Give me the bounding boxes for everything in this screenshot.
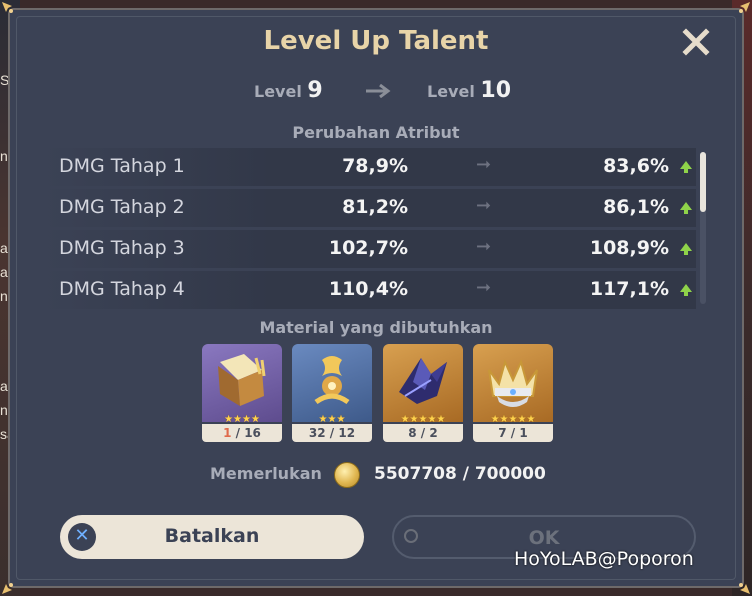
attribute-new-value: 108,9% [589, 237, 669, 259]
mora-value: 5507708 / 700000 [374, 464, 546, 484]
cancel-button[interactable]: ✕ Batalkan [60, 515, 364, 559]
increase-arrow-icon [680, 284, 692, 296]
increase-arrow-icon [680, 161, 692, 173]
watermark: HoYoLAB@Poporon [514, 548, 694, 570]
required-count: 12 [338, 426, 356, 440]
attribute-list: DMG Tahap 1 78,9% ➞ 83,6% DMG Tahap 2 81… [44, 148, 696, 309]
attribute-row: DMG Tahap 1 78,9% ➞ 83,6% [44, 148, 696, 186]
ok-label: OK [528, 527, 560, 549]
increase-arrow-icon [680, 202, 692, 214]
arrow-right-icon: ➞ [476, 154, 492, 175]
crown-icon [488, 359, 538, 407]
material-slot[interactable]: ★★★★ 1 / 16 [202, 344, 282, 442]
golden-relic-icon [314, 356, 350, 405]
increase-arrow-icon [680, 243, 692, 255]
material-count: 8 / 2 [383, 424, 463, 442]
attribute-name: DMG Tahap 4 [59, 278, 185, 300]
requirement-label: Memerlukan [210, 464, 322, 483]
edge-text: a [0, 264, 8, 280]
material-count: 7 / 1 [473, 424, 553, 442]
mora-requirement: Memerlukan 5507708 / 700000 [0, 462, 752, 488]
owned-count: 32 [308, 426, 326, 440]
owned-count: 8 [408, 426, 417, 440]
attribute-new-value: 83,6% [603, 155, 669, 177]
attribute-new-value: 86,1% [603, 196, 669, 218]
scrollbar-thumb[interactable] [700, 152, 706, 212]
attribute-row: DMG Tahap 3 102,7% ➞ 108,9% [44, 230, 696, 268]
level-from-value: 9 [307, 78, 323, 103]
material-slot[interactable]: ★★★★★ 7 / 1 [473, 344, 553, 442]
level-label: Level [427, 82, 475, 101]
attribute-old-value: 78,9% [342, 155, 408, 177]
level-to-value: 10 [480, 78, 512, 103]
attribute-row: DMG Tahap 2 81,2% ➞ 86,1% [44, 189, 696, 227]
attribute-old-value: 102,7% [328, 237, 408, 259]
required-count: 1 [519, 426, 528, 440]
attribute-old-value: 110,4% [328, 278, 408, 300]
attribute-name: DMG Tahap 2 [59, 196, 185, 218]
arrow-right-icon [366, 84, 391, 98]
owned-count: 1 [223, 426, 232, 440]
attribute-name: DMG Tahap 1 [59, 155, 185, 177]
arrow-right-icon: ➞ [476, 195, 492, 216]
corner-ornament-icon [2, 583, 13, 594]
edge-text: a [0, 240, 8, 256]
level-label: Level [254, 82, 302, 101]
attribute-scrollbar[interactable] [700, 152, 706, 304]
material-slot[interactable]: ★★★★★ 8 / 2 [383, 344, 463, 442]
required-count: 16 [244, 426, 261, 440]
arrow-right-icon: ➞ [476, 236, 492, 257]
current-level: Level 9 [254, 78, 323, 103]
material-count: 1 / 16 [202, 424, 282, 442]
next-level: Level 10 [427, 78, 511, 103]
attribute-row: DMG Tahap 4 110,4% ➞ 117,1% [44, 271, 696, 309]
owned-count: 7 [498, 426, 507, 440]
talent-book-icon [218, 354, 266, 406]
close-icon[interactable] [680, 26, 712, 58]
material-count: 32 / 12 [292, 424, 372, 442]
attribute-new-value: 117,1% [589, 278, 669, 300]
corner-ornament-icon [2, 2, 13, 13]
level-change-row: Level 9 Level 10 [0, 78, 752, 106]
attribute-name: DMG Tahap 3 [59, 237, 185, 259]
attribute-change-header: Perubahan Atribut [292, 123, 460, 142]
mora-coin-icon [334, 462, 360, 488]
arrow-right-icon: ➞ [476, 277, 492, 298]
cancel-label: Batalkan [164, 525, 260, 547]
edge-text: n [0, 148, 8, 164]
corner-ornament-icon [739, 2, 750, 13]
materials-list: ★★★★ 1 / 16 ★★★ 32 / 12 ★★★★★ 8 / 2 ★★★★… [0, 344, 752, 442]
dialog-title: Level Up Talent [263, 26, 489, 56]
materials-header: Material yang dibutuhkan [259, 318, 493, 337]
dark-crystal-icon [399, 358, 447, 404]
required-count: 2 [429, 426, 438, 440]
material-slot[interactable]: ★★★ 32 / 12 [292, 344, 372, 442]
corner-ornament-icon [739, 583, 750, 594]
attribute-old-value: 81,2% [342, 196, 408, 218]
